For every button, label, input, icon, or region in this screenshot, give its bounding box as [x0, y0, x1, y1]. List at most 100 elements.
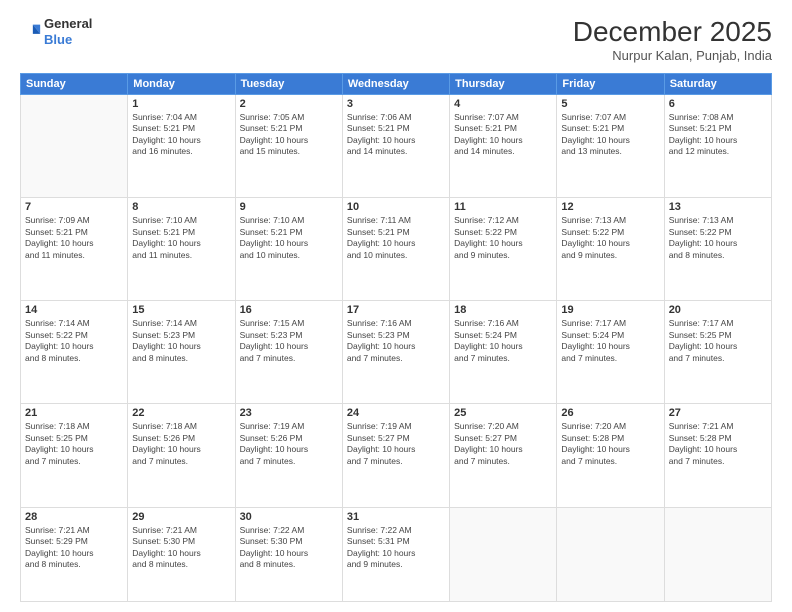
table-cell: 11 Sunrise: 7:12 AMSunset: 5:22 PMDayligh… [450, 198, 557, 301]
day-number: 9 [240, 201, 338, 213]
table-cell: 7 Sunrise: 7:09 AMSunset: 5:21 PMDaylight… [21, 198, 128, 301]
table-cell: 13Sunrise: 7:13 AMSunset: 5:22 PMDayligh… [664, 198, 771, 301]
header-friday: Friday [557, 74, 664, 95]
day-info: Sunrise: 7:19 AMSunset: 5:27 PMDaylight:… [347, 421, 445, 467]
day-info: Sunrise: 7:16 AMSunset: 5:24 PMDaylight:… [454, 318, 552, 364]
weekday-header-row: Sunday Monday Tuesday Wednesday Thursday… [21, 74, 772, 95]
day-info: Sunrise: 7:07 AMSunset: 5:21 PMDaylight:… [454, 112, 552, 158]
table-cell: 29Sunrise: 7:21 AMSunset: 5:30 PMDayligh… [128, 507, 235, 601]
logo-general: General [44, 16, 92, 32]
day-number: 19 [561, 304, 659, 316]
table-cell: 2 Sunrise: 7:05 AMSunset: 5:21 PMDaylight… [235, 95, 342, 198]
day-info: Sunrise: 7:17 AMSunset: 5:25 PMDaylight:… [669, 318, 767, 364]
logo: General Blue [20, 16, 92, 47]
table-cell: 6 Sunrise: 7:08 AMSunset: 5:21 PMDaylight… [664, 95, 771, 198]
day-number: 27 [669, 407, 767, 419]
table-cell: 30 Sunrise: 7:22 AMSunset: 5:30 PMDayligh… [235, 507, 342, 601]
day-info: Sunrise: 7:16 AMSunset: 5:23 PMDaylight:… [347, 318, 445, 364]
day-info: Sunrise: 7:22 AMSunset: 5:31 PMDaylight:… [347, 525, 445, 571]
day-info: Sunrise: 7:06 AMSunset: 5:21 PMDaylight:… [347, 112, 445, 158]
day-info: Sunrise: 7:20 AMSunset: 5:27 PMDaylight:… [454, 421, 552, 467]
table-cell: 21Sunrise: 7:18 AMSunset: 5:25 PMDayligh… [21, 404, 128, 507]
day-number: 6 [669, 98, 767, 110]
day-info: Sunrise: 7:10 AMSunset: 5:21 PMDaylight:… [240, 215, 338, 261]
day-info: Sunrise: 7:15 AMSunset: 5:23 PMDaylight:… [240, 318, 338, 364]
table-cell: 16 Sunrise: 7:15 AMSunset: 5:23 PMDayligh… [235, 301, 342, 404]
day-info: Sunrise: 7:17 AMSunset: 5:24 PMDaylight:… [561, 318, 659, 364]
day-info: Sunrise: 7:14 AMSunset: 5:22 PMDaylight:… [25, 318, 123, 364]
day-number: 3 [347, 98, 445, 110]
table-cell: 9 Sunrise: 7:10 AMSunset: 5:21 PMDaylight… [235, 198, 342, 301]
header-saturday: Saturday [664, 74, 771, 95]
table-cell: 18Sunrise: 7:16 AMSunset: 5:24 PMDayligh… [450, 301, 557, 404]
title-area: December 2025 Nurpur Kalan, Punjab, Indi… [573, 16, 772, 63]
table-cell: 25 Sunrise: 7:20 AMSunset: 5:27 PMDayligh… [450, 404, 557, 507]
table-cell: 1 Sunrise: 7:04 AMSunset: 5:21 PMDaylight… [128, 95, 235, 198]
day-number: 12 [561, 201, 659, 213]
table-cell [21, 95, 128, 198]
day-info: Sunrise: 7:05 AMSunset: 5:21 PMDaylight:… [240, 112, 338, 158]
day-info: Sunrise: 7:19 AMSunset: 5:26 PMDaylight:… [240, 421, 338, 467]
table-cell [450, 507, 557, 601]
day-info: Sunrise: 7:22 AMSunset: 5:30 PMDaylight:… [240, 525, 338, 571]
table-cell: 8Sunrise: 7:10 AMSunset: 5:21 PMDaylight… [128, 198, 235, 301]
table-cell [557, 507, 664, 601]
day-info: Sunrise: 7:07 AMSunset: 5:21 PMDaylight:… [561, 112, 659, 158]
day-info: Sunrise: 7:09 AMSunset: 5:21 PMDaylight:… [25, 215, 123, 261]
day-number: 5 [561, 98, 659, 110]
day-info: Sunrise: 7:18 AMSunset: 5:25 PMDaylight:… [25, 421, 123, 467]
day-info: Sunrise: 7:21 AMSunset: 5:28 PMDaylight:… [669, 421, 767, 467]
table-cell: 31 Sunrise: 7:22 AMSunset: 5:31 PMDayligh… [342, 507, 449, 601]
day-info: Sunrise: 7:20 AMSunset: 5:28 PMDaylight:… [561, 421, 659, 467]
day-number: 10 [347, 201, 445, 213]
month-title: December 2025 [573, 16, 772, 48]
day-number: 15 [132, 304, 230, 316]
header-tuesday: Tuesday [235, 74, 342, 95]
day-number: 7 [25, 201, 123, 213]
day-number: 28 [25, 511, 123, 523]
calendar-table: Sunday Monday Tuesday Wednesday Thursday… [20, 73, 772, 602]
table-cell: 20 Sunrise: 7:17 AMSunset: 5:25 PMDayligh… [664, 301, 771, 404]
header-sunday: Sunday [21, 74, 128, 95]
table-cell: 3 Sunrise: 7:06 AMSunset: 5:21 PMDaylight… [342, 95, 449, 198]
day-number: 25 [454, 407, 552, 419]
table-cell: 15 Sunrise: 7:14 AMSunset: 5:23 PMDayligh… [128, 301, 235, 404]
table-cell: 14 Sunrise: 7:14 AMSunset: 5:22 PMDayligh… [21, 301, 128, 404]
table-cell: 23 Sunrise: 7:19 AMSunset: 5:26 PMDayligh… [235, 404, 342, 507]
day-number: 16 [240, 304, 338, 316]
table-cell: 27 Sunrise: 7:21 AMSunset: 5:28 PMDayligh… [664, 404, 771, 507]
table-cell: 12Sunrise: 7:13 AMSunset: 5:22 PMDayligh… [557, 198, 664, 301]
day-info: Sunrise: 7:14 AMSunset: 5:23 PMDaylight:… [132, 318, 230, 364]
day-number: 20 [669, 304, 767, 316]
day-number: 4 [454, 98, 552, 110]
header-monday: Monday [128, 74, 235, 95]
day-number: 26 [561, 407, 659, 419]
day-info: Sunrise: 7:21 AMSunset: 5:29 PMDaylight:… [25, 525, 123, 571]
logo-text: General Blue [44, 16, 92, 47]
day-number: 2 [240, 98, 338, 110]
day-number: 14 [25, 304, 123, 316]
table-cell: 22 Sunrise: 7:18 AMSunset: 5:26 PMDayligh… [128, 404, 235, 507]
day-number: 29 [132, 511, 230, 523]
table-cell: 17 Sunrise: 7:16 AMSunset: 5:23 PMDayligh… [342, 301, 449, 404]
day-number: 17 [347, 304, 445, 316]
day-info: Sunrise: 7:08 AMSunset: 5:21 PMDaylight:… [669, 112, 767, 158]
day-number: 11 [454, 201, 552, 213]
day-number: 23 [240, 407, 338, 419]
day-info: Sunrise: 7:11 AMSunset: 5:21 PMDaylight:… [347, 215, 445, 261]
day-number: 22 [132, 407, 230, 419]
day-info: Sunrise: 7:12 AMSunset: 5:22 PMDaylight:… [454, 215, 552, 261]
table-cell: 24Sunrise: 7:19 AMSunset: 5:27 PMDayligh… [342, 404, 449, 507]
header-wednesday: Wednesday [342, 74, 449, 95]
day-number: 31 [347, 511, 445, 523]
day-info: Sunrise: 7:04 AMSunset: 5:21 PMDaylight:… [132, 112, 230, 158]
day-number: 1 [132, 98, 230, 110]
day-number: 13 [669, 201, 767, 213]
logo-icon [20, 21, 42, 43]
table-cell: 28 Sunrise: 7:21 AMSunset: 5:29 PMDayligh… [21, 507, 128, 601]
day-info: Sunrise: 7:18 AMSunset: 5:26 PMDaylight:… [132, 421, 230, 467]
day-number: 8 [132, 201, 230, 213]
location: Nurpur Kalan, Punjab, India [573, 48, 772, 63]
day-number: 30 [240, 511, 338, 523]
table-cell: 5 Sunrise: 7:07 AMSunset: 5:21 PMDaylight… [557, 95, 664, 198]
